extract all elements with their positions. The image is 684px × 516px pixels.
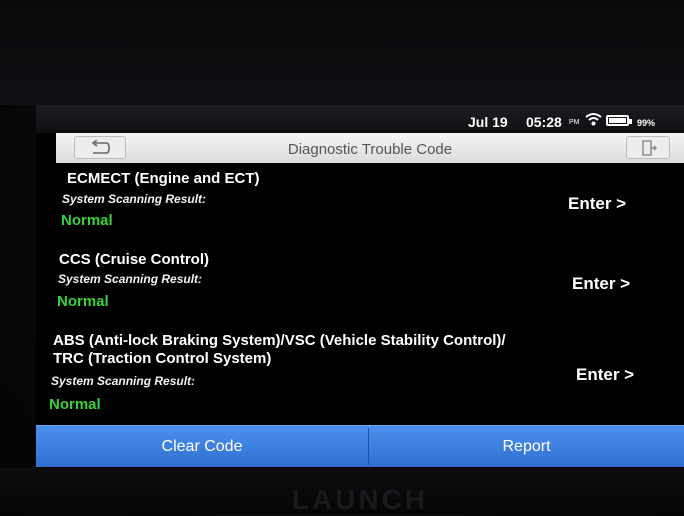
enter-button[interactable]: Enter >	[572, 274, 630, 294]
title-bar: Diagnostic Trouble Code	[56, 133, 684, 163]
device-screen: Jul 19 05:28 PM 99% Diagnostic Trouble C…	[36, 105, 684, 468]
exit-button[interactable]	[626, 136, 670, 159]
device-logo: LAUNCH	[291, 484, 429, 515]
system-result-label: System Scanning Result:	[58, 272, 203, 286]
wifi-icon	[585, 112, 602, 131]
system-item-ccs[interactable]: CCS (Cruise Control) System Scanning Res…	[36, 245, 684, 325]
system-list: ECMECT (Engine and ECT) System Scanning …	[36, 163, 684, 423]
system-title: CCS (Cruise Control)	[59, 251, 209, 268]
status-ampm: PM	[569, 119, 580, 126]
system-status: Normal	[49, 396, 101, 413]
system-status: Normal	[61, 212, 113, 229]
status-date: Jul 19	[468, 114, 508, 130]
device-bezel-top	[0, 0, 684, 105]
exit-icon	[642, 140, 657, 156]
page-title: Diagnostic Trouble Code	[287, 141, 453, 158]
report-button[interactable]: Report	[369, 426, 684, 467]
system-title-line2: TRC (Traction Control System)	[53, 350, 272, 367]
clear-code-button[interactable]: Clear Code	[36, 426, 368, 467]
system-item-ecmect[interactable]: ECMECT (Engine and ECT) System Scanning …	[36, 163, 684, 245]
status-time: 05:28	[526, 114, 562, 130]
system-result-label: System Scanning Result:	[62, 192, 207, 206]
battery-icon	[606, 115, 632, 126]
battery-percent: 99%	[637, 118, 656, 128]
system-status: Normal	[57, 293, 109, 310]
system-title-line1: ABS (Anti-lock Braking System)/VSC (Vehi…	[53, 332, 506, 349]
status-bar: Jul 19 05:28 PM 99%	[36, 105, 684, 133]
system-title: ECMECT (Engine and ECT)	[67, 170, 260, 187]
enter-button[interactable]: Enter >	[576, 365, 634, 385]
system-result-label: System Scanning Result:	[51, 374, 196, 388]
enter-button[interactable]: Enter >	[568, 194, 626, 214]
action-bar: Clear Code Report	[36, 425, 684, 467]
system-item-abs-vsc-trc[interactable]: ABS (Anti-lock Braking System)/VSC (Vehi…	[36, 325, 684, 425]
